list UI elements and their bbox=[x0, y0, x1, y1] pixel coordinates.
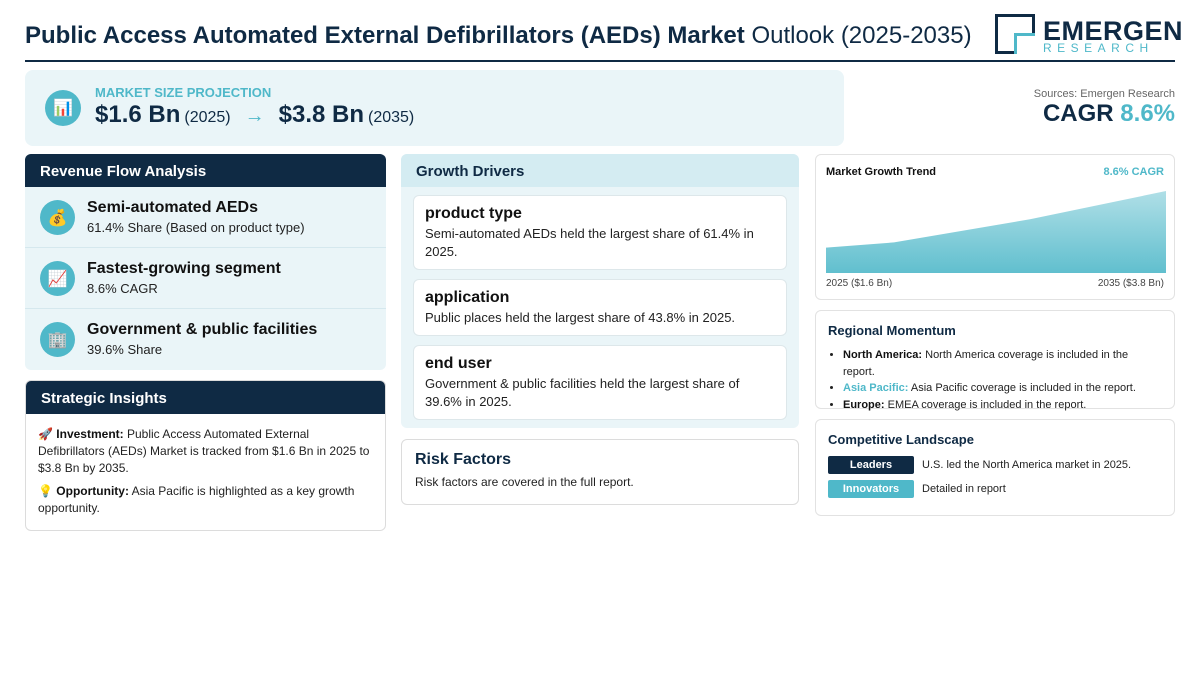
driver-desc: Semi-automated AEDs held the largest sha… bbox=[425, 226, 754, 259]
revenue-flow-title: Revenue Flow Analysis bbox=[25, 154, 386, 187]
revenue-item-sub: 61.4% Share (Based on product type) bbox=[87, 220, 305, 235]
risk-factors-desc: Risk factors are covered in the full rep… bbox=[415, 475, 634, 489]
region-name: Europe: bbox=[843, 398, 885, 411]
start-value: $1.6 Bn bbox=[95, 101, 181, 128]
region-item: North America: North America coverage is… bbox=[843, 347, 1162, 380]
revenue-item-title: Government & public facilities bbox=[87, 321, 318, 338]
revenue-item: 🏢 Government & public facilities 39.6% S… bbox=[25, 309, 386, 370]
revenue-item-title: Fastest-growing segment bbox=[87, 260, 281, 277]
revenue-item-sub: 39.6% Share bbox=[87, 342, 163, 357]
competitive-landscape-card: Competitive Landscape Leaders U.S. led th… bbox=[815, 419, 1175, 516]
trend-up-icon: 📈 bbox=[40, 261, 75, 296]
market-growth-trend-card: Market Growth Trend 8.6% CAGR 2025 ($1.6… bbox=[815, 154, 1175, 300]
innovators-badge: Innovators bbox=[828, 480, 914, 498]
trend-area-chart bbox=[826, 191, 1166, 273]
bar-chart-icon: 📊 bbox=[45, 90, 81, 126]
lightbulb-icon: 💡 bbox=[38, 484, 53, 498]
market-size-label: MARKET SIZE PROJECTION bbox=[95, 85, 272, 100]
trend-end-label: 2035 ($3.8 Bn) bbox=[1097, 278, 1164, 289]
competitive-row: Innovators Detailed in report bbox=[828, 480, 1006, 498]
region-list: North America: North America coverage is… bbox=[828, 347, 1162, 413]
emergen-logo: EMERGEN RESEARCH bbox=[995, 14, 1183, 56]
rocket-icon: 🚀 bbox=[38, 427, 53, 441]
page-header: Public Access Automated External Defibri… bbox=[25, 10, 1183, 62]
growth-drivers-card: Growth Drivers product type Semi-automat… bbox=[401, 154, 799, 428]
trend-start-label: 2025 ($1.6 Bn) bbox=[826, 278, 893, 289]
competitive-row-text: Detailed in report bbox=[922, 483, 1006, 495]
strategic-insights-card: Strategic Insights 🚀 Investment: Public … bbox=[25, 380, 386, 531]
strategic-insights-title: Strategic Insights bbox=[26, 381, 385, 414]
revenue-item: 💰 Semi-automated AEDs 61.4% Share (Based… bbox=[25, 187, 386, 248]
building-icon: 🏢 bbox=[40, 322, 75, 357]
growth-drivers-title: Growth Drivers bbox=[401, 154, 799, 187]
region-name: Asia Pacific: bbox=[843, 382, 909, 394]
arrow-right-icon: → bbox=[244, 105, 265, 127]
opportunity-insight: 💡 Opportunity: Asia Pacific is highlight… bbox=[26, 483, 385, 517]
page-title: Public Access Automated External Defibri… bbox=[25, 22, 972, 50]
region-text: Asia Pacific coverage is included in the… bbox=[910, 382, 1136, 394]
driver-title: end user bbox=[425, 355, 492, 372]
cagr-label: CAGR bbox=[1042, 100, 1114, 127]
region-item: Asia Pacific: Asia Pacific coverage is i… bbox=[843, 380, 1162, 397]
driver-title: application bbox=[425, 289, 510, 306]
regional-momentum-title: Regional Momentum bbox=[828, 323, 956, 338]
cagr-headline: CAGR 8.6% bbox=[1043, 100, 1175, 128]
competitive-landscape-title: Competitive Landscape bbox=[828, 432, 974, 447]
trend-area bbox=[826, 191, 1166, 273]
money-bag-icon: 💰 bbox=[40, 200, 75, 235]
start-year: (2025) bbox=[184, 109, 231, 126]
region-text: EMEA coverage is included in the report. bbox=[887, 398, 1087, 411]
end-year: (2035) bbox=[368, 109, 415, 126]
trend-cagr: 8.6% CAGR bbox=[1103, 166, 1164, 178]
cagr-value: 8.6% bbox=[1120, 100, 1175, 127]
end-value: $3.8 Bn bbox=[278, 101, 364, 128]
driver-item: product type Semi-automated AEDs held th… bbox=[413, 195, 787, 270]
driver-title: product type bbox=[425, 205, 522, 222]
revenue-flow-card: Revenue Flow Analysis 💰 Semi-automated A… bbox=[25, 154, 386, 370]
investment-label: Investment: bbox=[56, 427, 124, 441]
market-size-values: $1.6 Bn (2025) → $3.8 Bn (2035) bbox=[95, 101, 414, 129]
trend-title: Market Growth Trend bbox=[826, 166, 937, 178]
driver-desc: Government & public facilities held the … bbox=[425, 376, 740, 409]
driver-item: end user Government & public facilities … bbox=[413, 345, 787, 420]
risk-factors-card: Risk Factors Risk factors are covered in… bbox=[401, 439, 799, 505]
competitive-row: Leaders U.S. led the North America market… bbox=[828, 456, 1131, 474]
market-size-panel: 📊 MARKET SIZE PROJECTION $1.6 Bn (2025) → $… bbox=[25, 70, 844, 146]
regional-momentum-card: Regional Momentum North America: North A… bbox=[815, 310, 1175, 411]
logo-subtitle: RESEARCH bbox=[1043, 41, 1154, 55]
region-item: Europe: EMEA coverage is included in the… bbox=[843, 397, 1162, 414]
investment-insight: 🚀 Investment: Public Access Automated Ex… bbox=[26, 426, 385, 477]
revenue-item-sub: 8.6% CAGR bbox=[87, 281, 158, 296]
logo-mark-icon bbox=[995, 14, 1035, 54]
region-name: North America: bbox=[843, 349, 923, 361]
leaders-badge: Leaders bbox=[828, 456, 914, 474]
opportunity-label: Opportunity: bbox=[56, 484, 129, 498]
risk-factors-title: Risk Factors bbox=[415, 451, 512, 468]
driver-desc: Public places held the largest share of … bbox=[425, 310, 736, 325]
revenue-item-title: Semi-automated AEDs bbox=[87, 199, 258, 216]
competitive-row-text: U.S. led the North America market in 202… bbox=[922, 459, 1132, 471]
source-label: Sources: Emergen Research bbox=[1033, 88, 1175, 100]
revenue-item: 📈 Fastest-growing segment 8.6% CAGR bbox=[25, 248, 386, 309]
page-title-bold: Public Access Automated External Defibri… bbox=[25, 22, 745, 49]
driver-item: application Public places held the large… bbox=[413, 279, 787, 336]
page-title-light: Outlook (2025-2035) bbox=[751, 22, 972, 49]
